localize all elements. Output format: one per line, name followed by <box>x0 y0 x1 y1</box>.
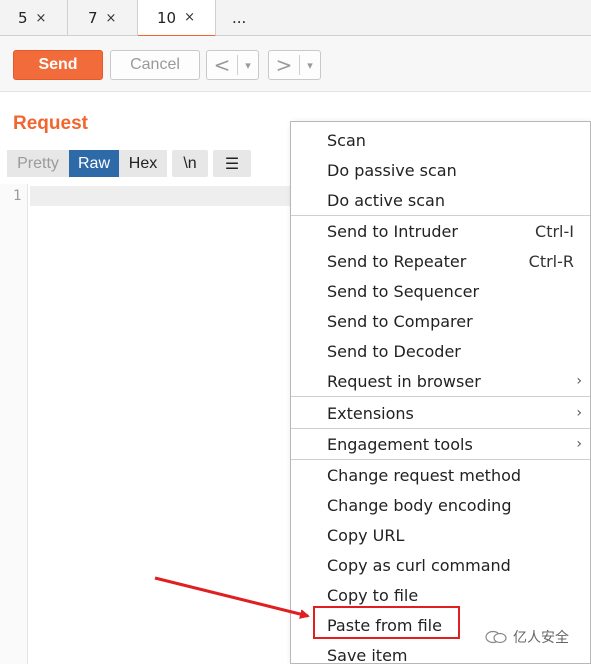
menu-item-label: Save item <box>327 645 408 664</box>
line-gutter: 1 <box>0 184 28 664</box>
menu-item-send-to-repeater[interactable]: Send to Repeater Ctrl-R <box>291 246 590 276</box>
menu-item-label: Copy URL <box>327 525 405 545</box>
menu-item-label: Copy to file <box>327 585 419 605</box>
toolbar: Send Cancel < ▾ > ▾ <box>0 36 591 92</box>
menu-item-label: Send to Decoder <box>327 341 461 361</box>
menu-item-do-passive-scan[interactable]: Do passive scan <box>291 155 590 185</box>
menu-item-request-in-browser[interactable]: Request in browser › <box>291 366 590 396</box>
menu-item-change-body-encoding[interactable]: Change body encoding <box>291 490 590 520</box>
tab-strip: 5 × 7 × 10 × ... <box>0 0 591 37</box>
menu-item-do-active-scan[interactable]: Do active scan <box>291 185 590 215</box>
close-icon[interactable]: × <box>106 11 117 26</box>
menu-item-extensions[interactable]: Extensions › <box>291 398 590 428</box>
menu-item-label: Do active scan <box>327 190 445 210</box>
forward-arrow-icon[interactable]: > <box>269 53 299 77</box>
chevron-right-icon: › <box>576 405 582 421</box>
tab-10[interactable]: 10 × <box>138 0 216 37</box>
menu-item-label: Change request method <box>327 465 522 485</box>
menu-item-label: Extensions <box>327 403 414 423</box>
pretty-button[interactable]: Pretty <box>7 150 69 177</box>
back-dropdown-icon[interactable]: ▾ <box>238 59 258 72</box>
tab-more[interactable]: ... <box>232 0 246 36</box>
back-arrow-icon[interactable]: < <box>207 53 237 77</box>
view-mode-buttons: Pretty Raw Hex \n ☰ <box>7 150 251 177</box>
menu-icon[interactable]: ☰ <box>213 150 251 177</box>
menu-item-label: Send to Comparer <box>327 311 473 331</box>
menu-item-copy-url[interactable]: Copy URL <box>291 520 590 550</box>
cancel-button[interactable]: Cancel <box>110 50 200 80</box>
tab-label: 7 <box>88 9 98 27</box>
hex-button[interactable]: Hex <box>119 150 167 177</box>
menu-item-label: Change body encoding <box>327 495 512 515</box>
tab-label: 10 <box>157 8 177 27</box>
menu-item-label: Copy as curl command <box>327 555 511 575</box>
menu-item-label: Scan <box>327 130 366 150</box>
menu-item-send-to-sequencer[interactable]: Send to Sequencer <box>291 276 590 306</box>
context-menu: Scan Do passive scan Do active scan Send… <box>290 121 591 664</box>
menu-item-label: Send to Sequencer <box>327 281 480 301</box>
menu-item-scan[interactable]: Scan <box>291 125 590 155</box>
forward-dropdown-icon[interactable]: ▾ <box>300 59 320 72</box>
back-nav-group: < ▾ <box>206 50 259 80</box>
tab-5[interactable]: 5 × <box>0 0 68 36</box>
tab-7[interactable]: 7 × <box>68 0 138 36</box>
wechat-icon <box>485 630 507 644</box>
menu-item-shortcut: Ctrl-I <box>535 221 574 241</box>
watermark-text: 亿人安全 <box>513 630 569 646</box>
close-icon[interactable]: × <box>36 11 47 26</box>
menu-item-label: Request in browser <box>327 371 481 391</box>
menu-separator <box>291 396 590 397</box>
menu-item-label: Engagement tools <box>327 434 473 454</box>
tab-label: 5 <box>18 9 28 27</box>
forward-nav-group: > ▾ <box>268 50 321 80</box>
menu-item-send-to-decoder[interactable]: Send to Decoder <box>291 336 590 366</box>
menu-item-shortcut: Ctrl-R <box>528 251 574 271</box>
close-icon[interactable]: × <box>184 10 195 25</box>
newline-toggle-button[interactable]: \n <box>172 150 208 177</box>
current-line-highlight <box>30 186 292 206</box>
send-button[interactable]: Send <box>13 50 103 80</box>
watermark: 亿人安全 <box>485 627 569 647</box>
request-title: Request <box>13 113 88 134</box>
menu-item-change-request-method[interactable]: Change request method <box>291 460 590 490</box>
annotation-highlight-box <box>313 606 460 639</box>
menu-item-send-to-comparer[interactable]: Send to Comparer <box>291 306 590 336</box>
menu-item-copy-as-curl-command[interactable]: Copy as curl command <box>291 550 590 580</box>
menu-item-label: Do passive scan <box>327 160 457 180</box>
chevron-right-icon: › <box>576 373 582 389</box>
menu-item-engagement-tools[interactable]: Engagement tools › <box>291 429 590 459</box>
line-number: 1 <box>13 188 22 204</box>
raw-button[interactable]: Raw <box>69 150 119 177</box>
menu-item-label: Send to Repeater <box>327 251 467 271</box>
menu-item-label: Send to Intruder <box>327 221 458 241</box>
chevron-right-icon: › <box>576 436 582 452</box>
menu-item-send-to-intruder[interactable]: Send to Intruder Ctrl-I <box>291 216 590 246</box>
